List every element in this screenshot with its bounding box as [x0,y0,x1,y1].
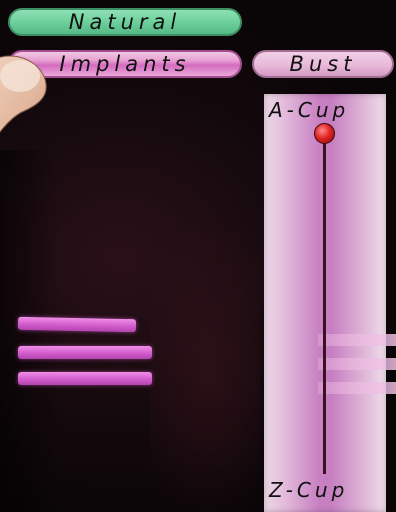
slider-thumb[interactable] [314,123,335,144]
implants-button[interactable]: Implants [8,50,242,78]
stripe-reflection [318,334,396,346]
slider-bottom-label: Z-Cup [269,478,349,502]
pink-stripe [18,346,152,359]
implants-button-label: Implants [59,52,191,76]
slider-track[interactable] [323,134,326,474]
background-shadow [0,150,60,512]
bust-button-label: Bust [289,52,357,76]
pink-stripe [18,372,152,385]
pink-stripe [17,316,137,333]
stripe-reflection [318,358,396,370]
app-screen: Natural Implants Bust A-Cup Z-Cup [0,0,396,512]
bust-button[interactable]: Bust [252,50,394,78]
slider-top-label: A-Cup [269,98,350,122]
natural-button[interactable]: Natural [8,8,242,36]
natural-button-label: Natural [68,10,182,34]
background-figure-shade [150,230,260,512]
stripe-reflection [318,382,396,394]
